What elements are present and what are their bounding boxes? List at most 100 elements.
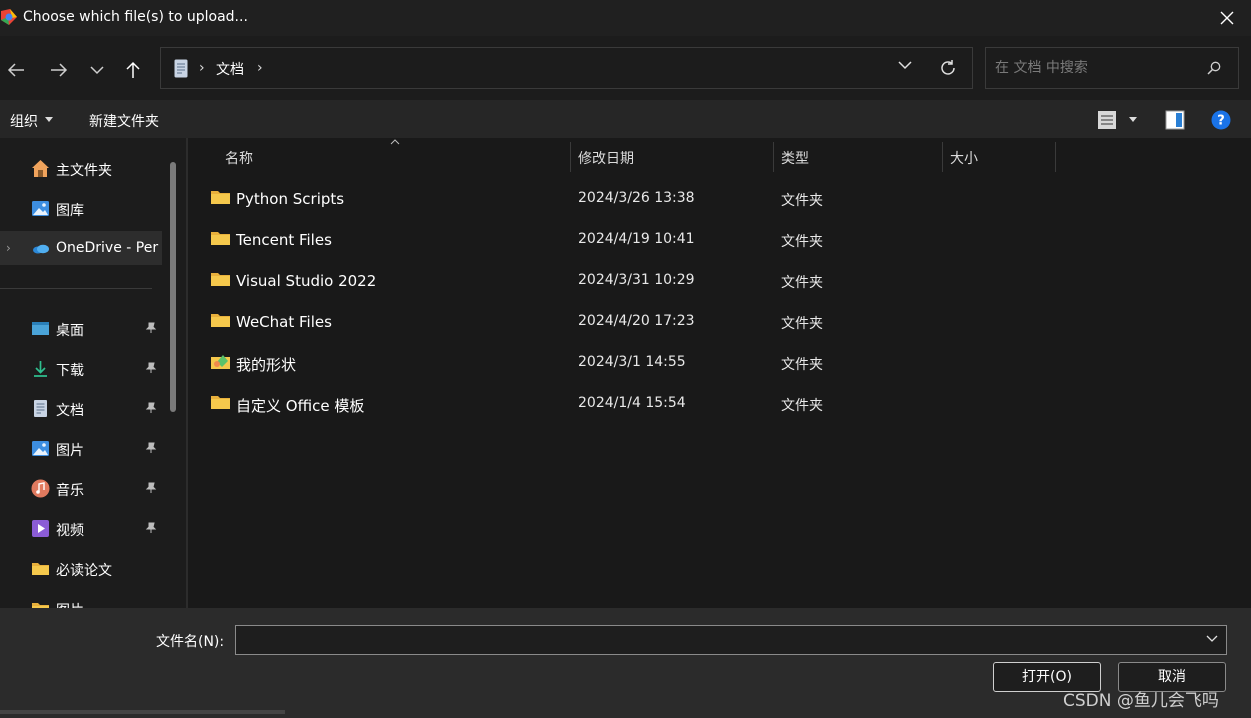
- sidebar-item-documents[interactable]: 文档: [0, 391, 162, 425]
- arrow-left-icon: [7, 63, 24, 77]
- pictures-icon: [32, 441, 49, 456]
- command-bar: 组织 新建文件夹 ?: [0, 100, 1251, 138]
- desktop-icon: [32, 322, 49, 335]
- up-button[interactable]: [119, 56, 147, 84]
- sidebar-item-videos[interactable]: 视频: [0, 511, 162, 545]
- sidebar-item-label: 图库: [56, 203, 84, 219]
- sidebar-item-label: 文档: [56, 403, 84, 419]
- home-icon: [32, 160, 49, 177]
- pin-icon[interactable]: [145, 482, 157, 494]
- sidebar-item-pictures-folder[interactable]: 图片: [0, 591, 162, 608]
- sidebar-item-gallery[interactable]: 图库: [0, 191, 162, 225]
- watermark: CSDN @鱼儿会飞吗: [1063, 691, 1219, 711]
- recent-locations-button[interactable]: [83, 56, 111, 84]
- sidebar-item-label: 图片: [56, 443, 84, 459]
- column-header-size[interactable]: 大小: [943, 138, 1055, 172]
- file-row[interactable]: 我的形状 2024/3/1 14:55 文件夹: [204, 345, 1064, 379]
- file-row[interactable]: 自定义 Office 模板 2024/1/4 15:54 文件夹: [204, 386, 1064, 420]
- expand-chevron-icon[interactable]: ›: [6, 241, 11, 255]
- chevron-down-icon[interactable]: [1206, 635, 1218, 643]
- details-view-icon[interactable]: [1097, 110, 1117, 130]
- svg-text:?: ?: [1217, 114, 1225, 129]
- file-row[interactable]: Visual Studio 2022 2024/3/31 10:29 文件夹: [204, 263, 1064, 297]
- sidebar-item-label: 视频: [56, 523, 84, 539]
- sidebar-item-desktop[interactable]: 桌面: [0, 311, 162, 345]
- music-icon: [31, 479, 50, 498]
- pin-icon[interactable]: [145, 442, 157, 454]
- arrow-right-icon: [51, 63, 68, 77]
- sidebar-item-label: 音乐: [56, 483, 84, 499]
- file-list: 名称 修改日期 类型 大小 Python Scripts 2024/3/26 1…: [188, 138, 1251, 608]
- folder-icon: [211, 191, 230, 204]
- dialog-footer: 文件名(N): 打开(O) 取消 CSDN @鱼儿会飞吗: [0, 608, 1251, 718]
- shapes-folder-icon: [211, 355, 230, 369]
- file-type: 文件夹: [781, 316, 823, 332]
- sidebar-item-label: OneDrive - Per: [56, 240, 159, 256]
- preview-pane-icon[interactable]: [1165, 110, 1185, 130]
- forward-button[interactable]: [45, 56, 73, 84]
- file-name: WeChat Files: [236, 313, 332, 331]
- sidebar-item-label: 主文件夹: [56, 163, 112, 179]
- search-box[interactable]: [985, 47, 1239, 89]
- sidebar-item-music[interactable]: 音乐: [0, 471, 162, 505]
- filename-label: 文件名(N):: [156, 634, 225, 650]
- column-header-label: 类型: [781, 151, 809, 167]
- back-button[interactable]: [2, 56, 30, 84]
- folder-icon: [32, 603, 49, 608]
- file-row[interactable]: Python Scripts 2024/3/26 13:38 文件夹: [204, 181, 1064, 215]
- pin-icon[interactable]: [145, 402, 157, 414]
- pin-icon[interactable]: [145, 522, 157, 534]
- window-title: Choose which file(s) to upload...: [23, 9, 248, 25]
- sidebar-item-papers[interactable]: 必读论文: [0, 551, 162, 585]
- video-icon: [32, 520, 49, 537]
- folder-icon: [211, 273, 230, 286]
- app-icon: [1, 9, 17, 25]
- file-date: 2024/3/26 13:38: [578, 190, 695, 206]
- organize-button[interactable]: 组织: [10, 111, 38, 131]
- sidebar-item-pictures[interactable]: 图片: [0, 431, 162, 465]
- file-row[interactable]: WeChat Files 2024/4/20 17:23 文件夹: [204, 304, 1064, 338]
- sidebar-item-home[interactable]: 主文件夹: [0, 151, 162, 185]
- new-folder-button[interactable]: 新建文件夹: [89, 111, 159, 131]
- file-type: 文件夹: [781, 275, 823, 291]
- filename-input[interactable]: [236, 626, 1196, 654]
- file-row[interactable]: Tencent Files 2024/4/19 10:41 文件夹: [204, 222, 1064, 256]
- caret-down-icon[interactable]: [45, 117, 53, 122]
- sidebar-item-label: 必读论文: [56, 563, 112, 579]
- column-header-date[interactable]: 修改日期: [571, 138, 773, 172]
- column-header-type[interactable]: 类型: [774, 138, 942, 172]
- sidebar-item-label: 下载: [56, 363, 84, 379]
- search-input[interactable]: [986, 48, 1196, 88]
- caret-down-icon[interactable]: [1129, 117, 1137, 122]
- filename-combobox[interactable]: [235, 625, 1227, 655]
- help-icon[interactable]: ?: [1211, 110, 1231, 130]
- refresh-icon[interactable]: [939, 59, 957, 77]
- sidebar-item-downloads[interactable]: 下载: [0, 351, 162, 385]
- folder-icon: [211, 232, 230, 245]
- chevron-down-icon: [90, 66, 104, 75]
- breadcrumb-separator: ›: [199, 60, 205, 76]
- column-header-name[interactable]: 名称: [188, 138, 570, 172]
- folder-icon: [211, 314, 230, 327]
- file-type: 文件夹: [781, 398, 823, 414]
- title-bar: Choose which file(s) to upload...: [0, 0, 1251, 36]
- file-date: 2024/3/1 14:55: [578, 354, 686, 370]
- column-header-label: 大小: [950, 151, 978, 167]
- pin-icon[interactable]: [145, 322, 157, 334]
- chevron-down-icon[interactable]: [898, 60, 912, 70]
- file-date: 2024/4/19 10:41: [578, 231, 695, 247]
- taskbar-strip: [0, 710, 285, 714]
- sidebar-scrollbar[interactable]: [170, 162, 176, 412]
- breadcrumb-separator[interactable]: ›: [257, 60, 263, 76]
- document-icon: [34, 400, 47, 417]
- file-date: 2024/3/31 10:29: [578, 272, 695, 288]
- sidebar-item-onedrive[interactable]: › OneDrive - Per: [0, 231, 162, 265]
- breadcrumb-documents[interactable]: 文档: [216, 59, 244, 79]
- sidebar-item-label: 桌面: [56, 323, 84, 339]
- column-divider[interactable]: [1055, 142, 1056, 172]
- address-bar[interactable]: › 文档 ›: [160, 47, 973, 89]
- pin-icon[interactable]: [145, 362, 157, 374]
- close-icon[interactable]: [1217, 8, 1237, 28]
- navigation-pane: 主文件夹 图库 › OneDrive - Per 桌面 下载 文档 图片 音乐 …: [0, 138, 186, 608]
- folder-icon: [32, 563, 49, 575]
